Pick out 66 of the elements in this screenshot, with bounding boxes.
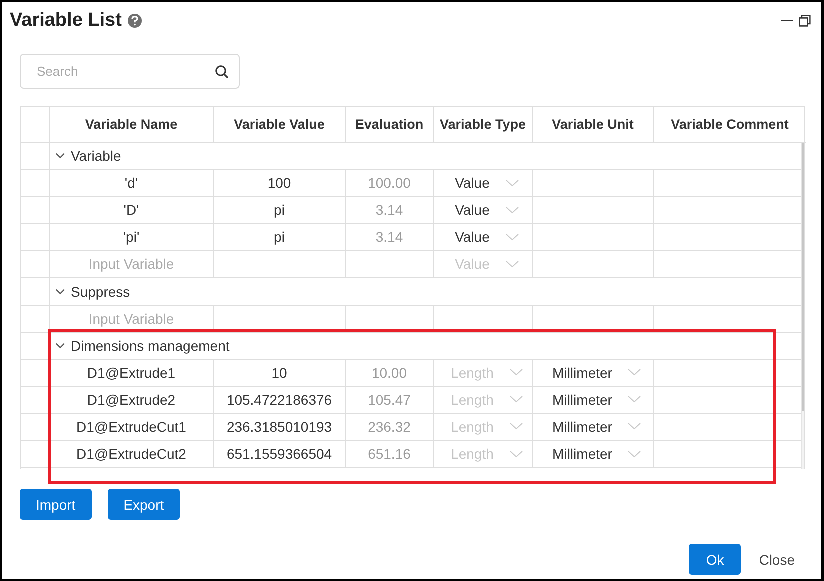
variable-value-cell: pi (214, 224, 346, 252)
group-row[interactable]: Suppress (50, 278, 801, 306)
window-title: Variable List (10, 10, 122, 32)
type-dropdown[interactable]: Value (447, 175, 519, 192)
evaluation-cell: 10.00 (346, 360, 434, 387)
variable-name-cell: 'd' (50, 170, 214, 198)
evaluation-cell: 3.14 (346, 224, 434, 252)
variable-value-cell: 651.1559366504 (214, 441, 346, 468)
group-label: Suppress (71, 284, 130, 300)
variable-name-cell: D1@Extrude2 (50, 386, 214, 414)
type-dropdown[interactable]: Value (447, 202, 519, 218)
evaluation-cell: 105.47 (346, 386, 434, 414)
caret-icon (510, 423, 523, 430)
evaluation-cell: 651.16 (346, 441, 434, 468)
action-button[interactable]: Import (20, 489, 92, 520)
restore-icon[interactable] (799, 15, 811, 27)
chevron-icon (56, 342, 65, 349)
variable-name-cell: 'D' (50, 197, 214, 224)
scrollbar[interactable] (801, 143, 804, 469)
type-dropdown[interactable]: Value (447, 229, 519, 246)
unit-dropdown[interactable]: Millimeter (544, 418, 642, 435)
variable-value-cell: 105.4722186376 (214, 386, 346, 414)
unit-dropdown[interactable]: Millimeter (544, 446, 642, 462)
variable-value-cell: 10 (214, 360, 346, 387)
evaluation-cell: 236.32 (346, 414, 434, 442)
caret-icon (628, 450, 642, 458)
group-label: Variable (71, 148, 122, 164)
variable-name-cell: D1@ExtrudeCut2 (50, 441, 214, 468)
chevron-icon (56, 153, 65, 160)
close-button[interactable]: Close (757, 544, 797, 575)
help-icon[interactable] (128, 14, 142, 28)
caret-icon (506, 234, 519, 241)
minimize-icon[interactable] (781, 20, 793, 22)
group-row[interactable]: Dimensions management (50, 332, 801, 360)
search-field[interactable]: Search (20, 54, 240, 89)
caret-icon (506, 206, 519, 214)
caret-icon (510, 369, 523, 376)
caret-icon (506, 260, 519, 268)
caret-icon (506, 180, 519, 187)
evaluation-cell: 3.14 (346, 197, 434, 224)
caret-icon (628, 369, 642, 376)
unit-dropdown[interactable]: Millimeter (544, 364, 642, 381)
column-header: Evaluation (346, 107, 434, 143)
column-header: Variable Value (214, 107, 346, 143)
caret-icon (628, 423, 642, 430)
variable-value-cell: 236.3185010193 (214, 414, 346, 442)
variable-value-cell: 100 (214, 170, 346, 198)
column-header: Variable Unit (533, 107, 654, 143)
column-header: Variable Comment (654, 107, 806, 143)
column-header: Variable Name (50, 107, 214, 143)
group-row[interactable]: Variable (50, 143, 801, 170)
action-button[interactable]: Export (108, 489, 180, 520)
variable-name-cell: D1@ExtrudeCut1 (50, 414, 214, 442)
variable-name-cell: 'pi' (50, 224, 214, 252)
evaluation-cell: 100.00 (346, 170, 434, 198)
caret-icon (628, 396, 642, 404)
search-icon (215, 65, 229, 79)
caret-icon (510, 396, 523, 404)
chevron-icon (56, 288, 65, 295)
group-label: Dimensions management (71, 338, 230, 354)
unit-dropdown[interactable]: Millimeter (544, 392, 642, 408)
variable-name-cell: D1@Extrude1 (50, 360, 214, 387)
caret-icon (510, 450, 523, 458)
ok-button[interactable]: Ok (689, 544, 742, 575)
column-header: Variable Type (434, 107, 533, 143)
variable-value-cell: pi (214, 197, 346, 224)
